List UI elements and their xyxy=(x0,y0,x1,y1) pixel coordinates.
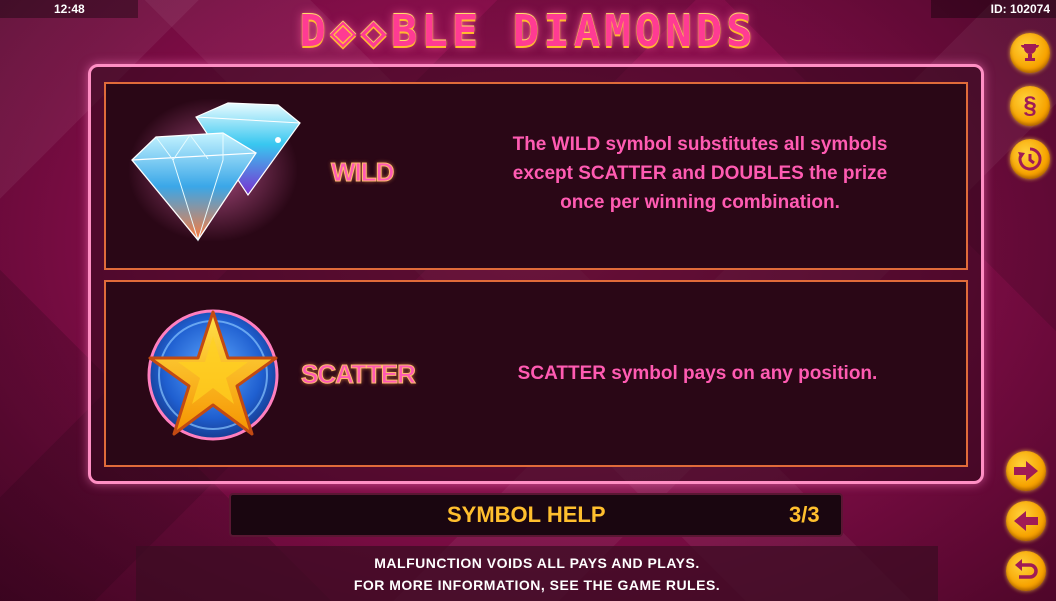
page-title: SYMBOL HELP xyxy=(447,502,606,527)
disclaimer: MALFUNCTION VOIDS ALL PAYS AND PLAYS. FO… xyxy=(136,546,938,601)
wild-label: WILD xyxy=(330,157,394,188)
disclaimer-line-1: MALFUNCTION VOIDS ALL PAYS AND PLAYS. xyxy=(374,555,700,571)
rules-button[interactable]: § xyxy=(1010,86,1050,126)
return-button[interactable] xyxy=(1006,551,1046,591)
page-number: 3/3 xyxy=(789,502,820,527)
diamond-icon xyxy=(128,98,301,242)
history-icon xyxy=(1018,147,1042,171)
next-page-button[interactable] xyxy=(1006,451,1046,491)
wild-desc-line-3: once per winning combination. xyxy=(560,192,840,213)
scatter-desc-line-1: SCATTER symbol pays on any position. xyxy=(517,363,878,384)
prev-page-button[interactable] xyxy=(1006,501,1046,541)
wild-description: The WILD symbol substitutes all symbols … xyxy=(465,130,935,217)
arrow-right-icon xyxy=(1014,461,1038,481)
wild-desc-line-1: The WILD symbol substitutes all symbols xyxy=(512,134,888,155)
game-logo: D◈◇BLE DIAMONDS xyxy=(299,6,757,57)
scatter-description: SCATTER symbol pays on any position. xyxy=(470,359,925,388)
return-icon xyxy=(1015,559,1038,579)
trophy-button[interactable] xyxy=(1010,33,1050,73)
scatter-label: SCATTER xyxy=(301,359,417,390)
disclaimer-line-2: FOR MORE INFORMATION, SEE THE GAME RULES… xyxy=(353,577,721,593)
wild-desc-line-2: except SCATTER and DOUBLES the prize xyxy=(512,163,888,184)
star-icon xyxy=(147,309,279,441)
history-button[interactable] xyxy=(1010,139,1050,179)
arrow-left-icon xyxy=(1014,511,1038,531)
paragraph-icon: § xyxy=(1023,92,1037,119)
trophy-icon xyxy=(1021,44,1039,61)
